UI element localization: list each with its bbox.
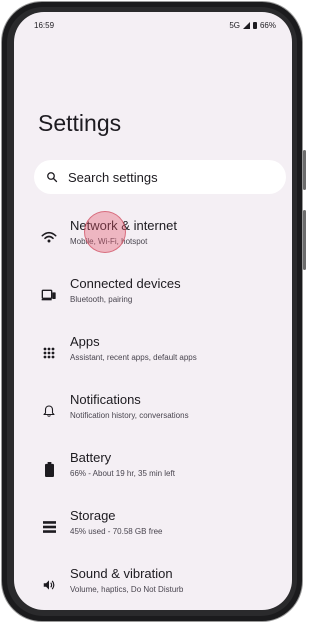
bell-icon	[40, 402, 58, 420]
wifi-icon	[40, 228, 58, 246]
power-button	[303, 210, 306, 270]
touch-indicator	[84, 211, 126, 253]
settings-item-battery[interactable]: Battery 66% - About 19 hr, 35 min left	[14, 446, 292, 494]
connected-devices-icon	[40, 286, 58, 304]
apps-grid-icon	[40, 344, 58, 362]
speaker-icon	[40, 576, 58, 594]
network-label: 5G	[229, 21, 240, 30]
settings-item-subtitle: Assistant, recent apps, default apps	[70, 353, 197, 362]
search-bar[interactable]: Search settings	[34, 160, 286, 194]
battery-percent: 66%	[259, 21, 276, 30]
settings-item-sound[interactable]: Sound & vibration Volume, haptics, Do No…	[14, 562, 292, 610]
page-title: Settings	[38, 110, 122, 136]
search-icon	[47, 172, 58, 183]
status-time: 16:59	[34, 21, 55, 30]
settings-item-notifications[interactable]: Notifications Notification history, conv…	[14, 388, 292, 436]
battery-icon	[40, 460, 58, 478]
settings-item-title: Battery	[70, 450, 112, 465]
storage-icon	[40, 518, 58, 536]
settings-item-title: Apps	[70, 334, 100, 349]
search-placeholder: Search settings	[68, 169, 158, 185]
settings-item-title: Connected devices	[70, 276, 181, 291]
screen: 16:59 5G 66% Settings Search settings Ne…	[14, 12, 292, 610]
settings-item-connected-devices[interactable]: Connected devices Bluetooth, pairing	[14, 272, 292, 320]
status-icons: 5G 66%	[229, 21, 276, 30]
settings-item-subtitle: 66% - About 19 hr, 35 min left	[70, 469, 175, 478]
settings-item-network[interactable]: Network & internet Mobile, Wi-Fi, hotspo…	[14, 214, 292, 262]
status-bar: 16:59 5G 66%	[14, 12, 292, 36]
settings-item-title: Storage	[70, 508, 116, 523]
settings-item-title: Notifications	[70, 392, 141, 407]
settings-item-title: Sound & vibration	[70, 566, 173, 581]
volume-button	[303, 150, 306, 190]
settings-item-subtitle: Volume, haptics, Do Not Disturb	[70, 585, 184, 594]
signal-icon	[242, 22, 250, 29]
settings-item-storage[interactable]: Storage 45% used - 70.58 GB free	[14, 504, 292, 552]
battery-status-icon	[252, 22, 257, 29]
settings-item-apps[interactable]: Apps Assistant, recent apps, default app…	[14, 330, 292, 378]
settings-item-subtitle: Notification history, conversations	[70, 411, 189, 420]
settings-item-subtitle: 45% used - 70.58 GB free	[70, 527, 163, 536]
settings-item-subtitle: Bluetooth, pairing	[70, 295, 133, 304]
